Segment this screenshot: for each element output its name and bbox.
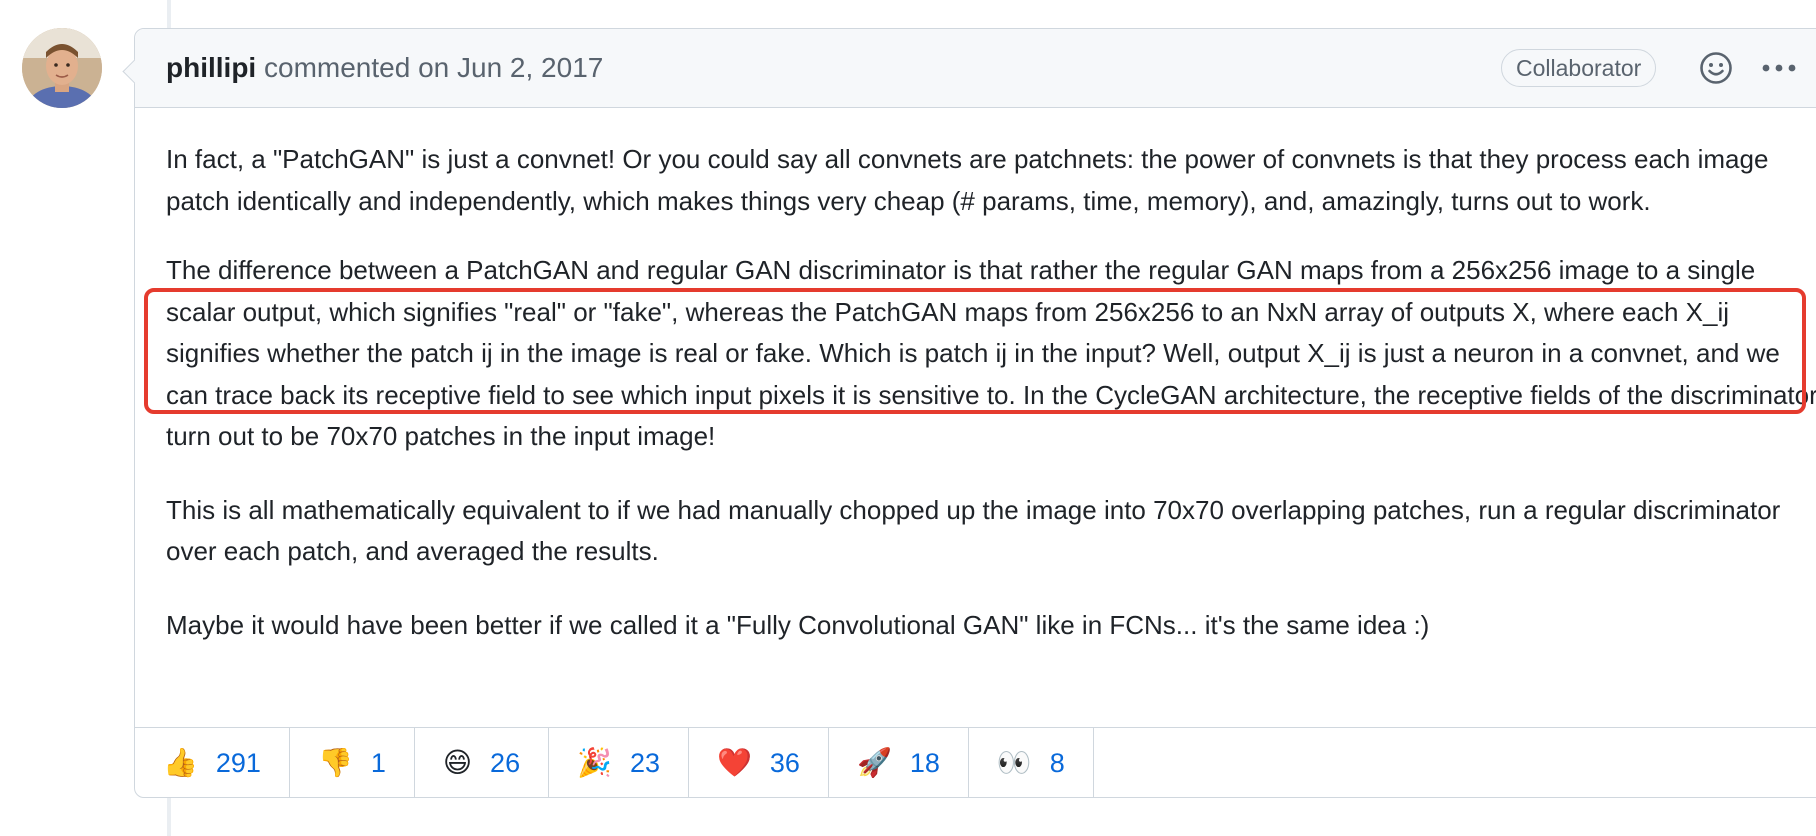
add-reaction-smiley-icon[interactable] <box>1699 51 1733 85</box>
comment-paragraph-2: The difference between a PatchGAN and re… <box>166 255 1816 451</box>
comment-box: phillipi commented on Jun 2, 2017 Collab… <box>122 28 1816 798</box>
eyes-icon: 👀 <box>996 746 1032 779</box>
reaction-count: 18 <box>909 747 940 778</box>
comment-body: In fact, a "PatchGAN" is just a convnet!… <box>166 139 1816 678</box>
laugh-icon: 😄 <box>442 746 473 779</box>
collaborator-badge: Collaborator <box>1501 49 1657 87</box>
more-options-kebab-icon[interactable] <box>1761 59 1797 77</box>
comment-timestamp-link[interactable]: Jun 2, 2017 <box>457 52 603 83</box>
reaction-thumbs-up-button[interactable]: 👍 291 <box>135 728 290 798</box>
author-avatar[interactable] <box>22 28 102 108</box>
reaction-count: 23 <box>629 747 661 778</box>
reaction-count: 36 <box>769 747 800 778</box>
comment-action: commented on <box>264 52 450 83</box>
comment-meta: phillipi commented on Jun 2, 2017 <box>166 51 603 85</box>
rocket-icon: 🚀 <box>856 746 892 779</box>
reaction-count: 291 <box>215 747 261 778</box>
comment-paragraph-4: Maybe it would have been better if we ca… <box>166 609 1430 640</box>
reaction-eyes-button[interactable]: 👀 8 <box>969 728 1094 798</box>
comment-paragraph-1: In fact, a "PatchGAN" is just a convnet!… <box>166 144 1769 216</box>
hooray-icon: 🎉 <box>577 746 612 779</box>
reaction-count: 1 <box>370 747 386 778</box>
reaction-rocket-button[interactable]: 🚀 18 <box>829 728 969 798</box>
reaction-thumbs-down-button[interactable]: 👎 1 <box>290 728 415 798</box>
reaction-heart-button[interactable]: ❤️ 36 <box>689 728 829 798</box>
reaction-hooray-button[interactable]: 🎉 23 <box>549 728 690 798</box>
comment-paragraph-3: This is all mathematically equivalent to… <box>166 494 1781 567</box>
issue-timeline: phillipi commented on Jun 2, 2017 Collab… <box>0 0 1816 836</box>
comment-header: phillipi commented on Jun 2, 2017 Collab… <box>135 29 1816 108</box>
reaction-count: 8 <box>1049 747 1065 778</box>
author-link[interactable]: phillipi <box>166 52 256 83</box>
reactions-bar: 👍 291 👎 1 😄 26 🎉 23 ❤️ 36 🚀 18 👀 8 <box>135 727 1816 798</box>
reaction-laugh-button[interactable]: 😄 26 <box>415 728 550 798</box>
heart-icon: ❤️ <box>717 746 752 779</box>
avatar-photo <box>22 28 102 108</box>
thumbs-up-icon: 👍 <box>163 746 198 779</box>
thumbs-down-icon: 👎 <box>317 746 353 779</box>
reaction-count: 26 <box>490 747 521 778</box>
